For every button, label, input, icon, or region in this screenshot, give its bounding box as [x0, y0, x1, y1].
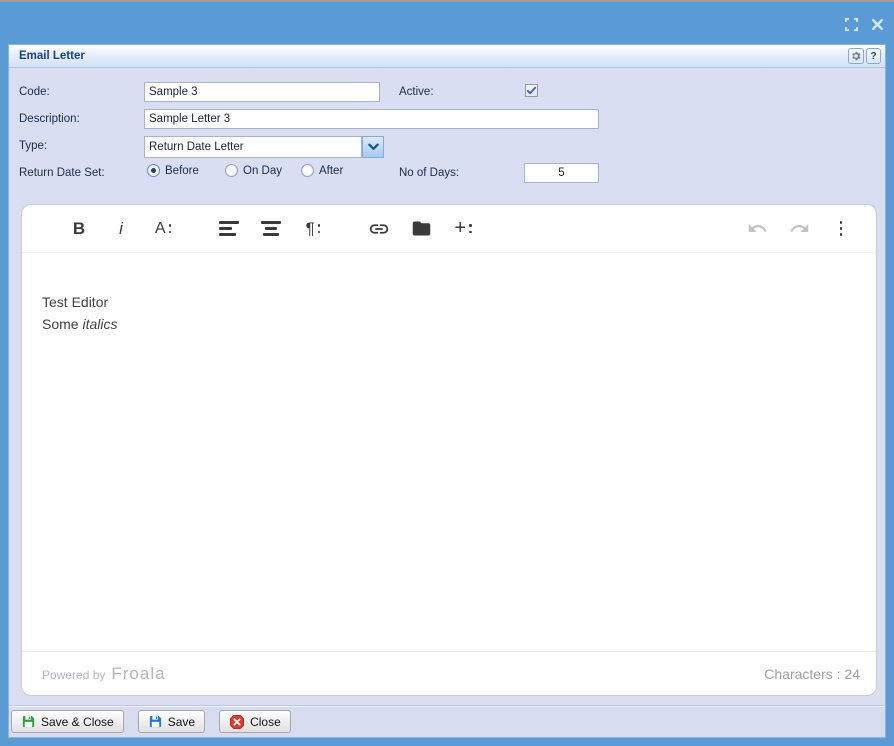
panel-title: Email Letter [19, 50, 85, 62]
radio-icon [225, 164, 238, 177]
panel-body: Code: Active: Description: Type: Ret [9, 68, 885, 737]
save-button[interactable]: Save [137, 710, 206, 733]
align-left-icon [219, 221, 239, 236]
close-button[interactable]: Close [219, 710, 291, 733]
code-input[interactable] [144, 82, 380, 102]
redo-icon [789, 224, 808, 232]
align-center-button[interactable] [252, 210, 290, 248]
save-close-icon [22, 715, 35, 728]
paragraph-format-button[interactable]: ¶ [294, 210, 332, 248]
radio-after-label: After [319, 164, 344, 177]
powered-by: Powered by Froala [42, 663, 166, 684]
radio-on-day-label: On Day [243, 164, 282, 177]
align-center-icon [261, 221, 281, 236]
editor-paragraph: Some italics [42, 316, 118, 332]
font-options-button[interactable]: A [144, 210, 182, 248]
active-checkbox[interactable] [525, 84, 538, 97]
editor-toolbar: B i A ¶ + [22, 205, 876, 253]
align-left-button[interactable] [210, 210, 248, 248]
undo-icon [748, 224, 767, 232]
radio-after[interactable]: After [301, 164, 343, 177]
undo-button[interactable] [738, 210, 776, 248]
file-manager-button[interactable] [402, 210, 440, 248]
link-icon [369, 223, 389, 234]
plus-icon: + [454, 217, 467, 239]
more-options-button[interactable] [822, 210, 860, 248]
dropdown-dots-icon [168, 224, 172, 233]
type-input[interactable] [144, 136, 362, 158]
type-dropdown-trigger[interactable] [362, 136, 384, 158]
return-date-set-label: Return Date Set: [19, 167, 105, 179]
radio-before[interactable]: Before [147, 164, 199, 177]
radio-on-day[interactable]: On Day [225, 164, 282, 177]
folder-icon [412, 221, 430, 236]
dropdown-dots-icon [317, 224, 321, 233]
email-letter-panel: Email Letter ? Code: Active: D [8, 44, 886, 738]
radio-icon [301, 164, 314, 177]
italic-icon: i [119, 218, 123, 238]
editor-paragraph: Test Editor [42, 294, 109, 310]
redo-button[interactable] [780, 210, 818, 248]
insert-link-button[interactable] [360, 210, 398, 248]
window-titlebar [0, 2, 894, 44]
character-count: Characters : 24 [764, 665, 860, 682]
italic-text: italics [82, 316, 118, 332]
save-icon [149, 715, 161, 728]
panel-header: Email Letter ? [9, 45, 885, 68]
more-vertical-icon [839, 221, 843, 236]
radio-icon [147, 164, 160, 177]
save-and-close-button[interactable]: Save & Close [11, 710, 124, 733]
no-of-days-label: No of Days: [399, 167, 460, 179]
description-label: Description: [19, 113, 80, 125]
application-window: Email Letter ? Code: Active: D [0, 0, 894, 746]
dropdown-dots-icon [469, 224, 472, 233]
rich-text-editor: B i A ¶ + Test Editor Some italics Power… [21, 204, 877, 696]
maximize-icon[interactable] [843, 16, 860, 33]
no-of-days-input[interactable] [524, 163, 599, 183]
close-icon [230, 714, 245, 729]
window-close-icon[interactable] [869, 16, 886, 33]
editor-content[interactable]: Test Editor Some italics [22, 253, 876, 651]
active-label: Active: [399, 86, 434, 98]
bold-button[interactable]: B [60, 210, 98, 248]
description-input[interactable] [144, 109, 599, 129]
insert-more-button[interactable]: + [444, 210, 482, 248]
font-icon: A [154, 219, 166, 237]
radio-before-label: Before [165, 164, 199, 177]
gear-icon[interactable] [848, 48, 864, 64]
bold-icon: B [72, 218, 86, 238]
help-icon[interactable]: ? [866, 48, 881, 64]
editor-footer: Powered by Froala Characters : 24 [22, 651, 876, 695]
paragraph-icon: ¶ [305, 218, 315, 238]
froala-brand-link[interactable]: Froala [111, 664, 165, 684]
type-label: Type: [19, 140, 48, 152]
italic-button[interactable]: i [102, 210, 140, 248]
code-label: Code: [19, 86, 50, 98]
footer-toolbar: Save & Close Save Close [9, 705, 885, 737]
